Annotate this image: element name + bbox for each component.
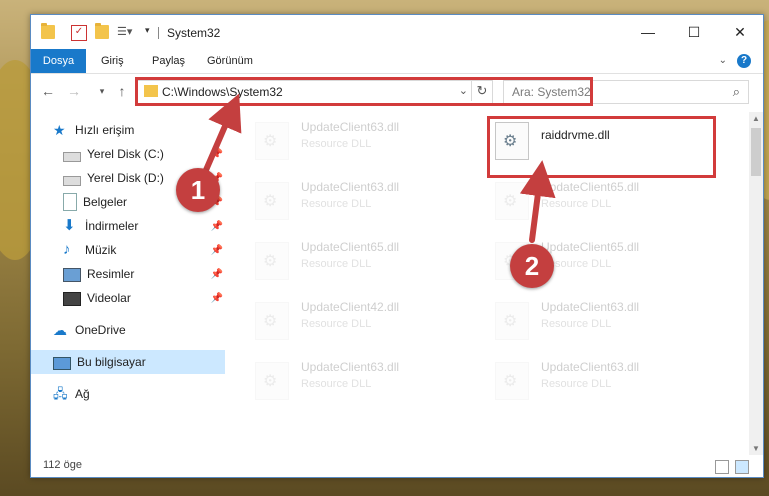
callout-arrow-1 [203,93,242,173]
callout-arrows [203,93,556,243]
callout-arrow-2 [519,160,556,243]
callout-number-1: 1 [176,168,220,212]
callout-number-2: 2 [510,244,554,288]
